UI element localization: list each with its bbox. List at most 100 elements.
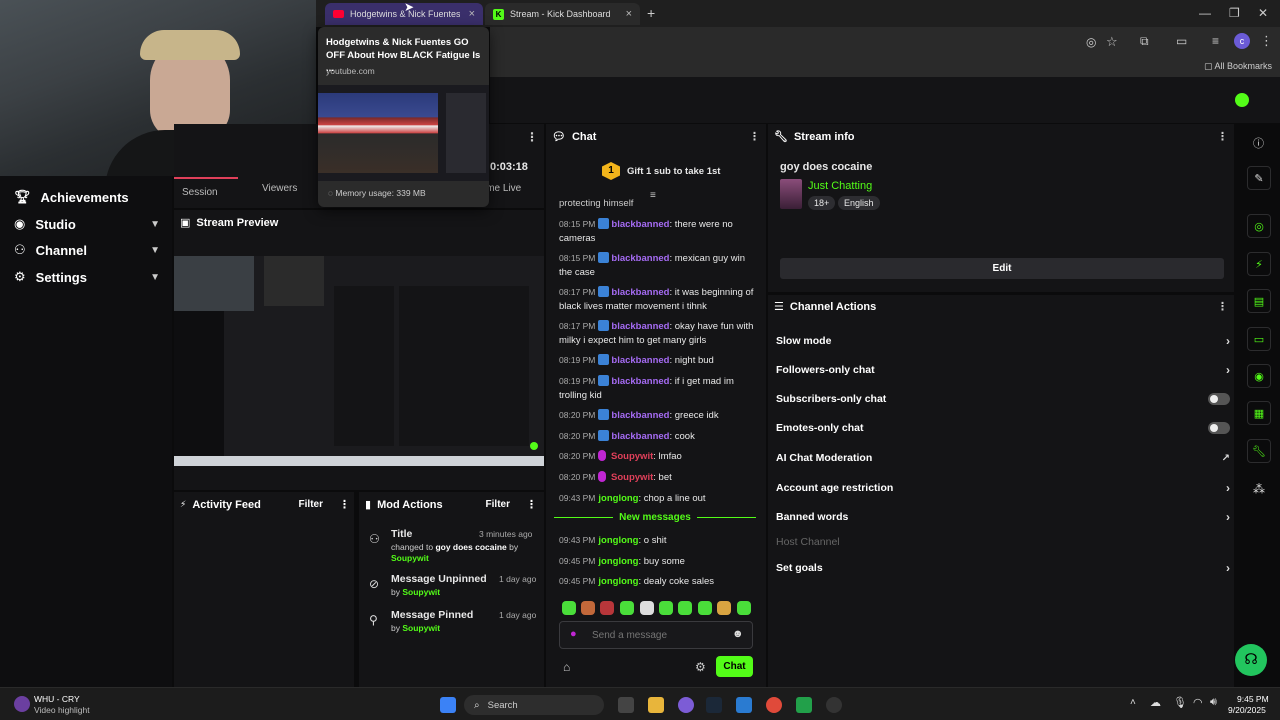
detail-user[interactable]: Soupywit [402,623,440,633]
chat-bubble-icon[interactable]: ▭ [1247,327,1271,351]
gear-icon[interactable]: ⚙ [695,660,706,674]
emote-icon[interactable] [717,601,731,615]
xbox-icon[interactable] [796,697,812,713]
msg-user[interactable]: blackbanned [611,410,669,421]
close-icon[interactable]: × [626,8,632,20]
wifi-icon[interactable]: ◠ [1193,696,1203,709]
msg-user[interactable]: blackbanned [611,376,669,387]
clock-date[interactable]: 9/20/2025 [1228,705,1266,715]
broadcast-icon[interactable]: ◉ [1247,364,1271,388]
msg-user[interactable]: blackbanned [611,253,669,264]
tab-time-live[interactable]: ime Live [484,183,521,194]
edit-button[interactable]: Edit [780,258,1224,279]
msg-user[interactable]: blackbanned [611,219,669,230]
tab-viewers[interactable]: Viewers [262,183,297,194]
more-icon[interactable]: ⋮ [749,130,760,143]
emote-icon[interactable] [659,601,673,615]
tab-session[interactable]: Session [182,187,218,198]
msg-user[interactable]: blackbanned [611,321,669,332]
detail-user[interactable]: Soupywit [402,587,440,597]
file-explorer-icon[interactable] [648,697,664,713]
gift-sub-banner[interactable]: 1 Gift 1 sub to take 1st [602,162,720,180]
windows-start-icon[interactable] [440,697,456,713]
emote-icon[interactable] [562,601,576,615]
minimize-icon[interactable]: — [1199,6,1211,20]
more-icon[interactable]: ⋮ [526,498,537,511]
profile-avatar[interactable]: c [1234,33,1250,49]
taskbar-search[interactable]: ⌕ Search [464,695,604,715]
more-icon[interactable]: ⋮ [1217,130,1228,143]
media-thumbnail-icon[interactable] [14,696,30,712]
star-icon[interactable]: ☆ [1106,34,1118,50]
emote-icon[interactable] [698,601,712,615]
msg-user[interactable]: jonglong [598,556,638,567]
bolt-icon[interactable]: ⚡︎ [1247,252,1271,276]
sidebar-item-studio[interactable]: ◉ Studio ▼ [14,216,160,232]
pencil-icon[interactable]: ✎ [1247,166,1271,190]
channel-action-slow-mode[interactable]: Slow mode › [776,334,1230,348]
chat-send-button[interactable]: Chat [716,656,753,677]
mic-tray-icon[interactable]: 🎙︎ [1173,696,1187,709]
volume-icon[interactable]: 🔊︎ [1210,696,1217,709]
sidebar-item-achievements[interactable]: 🏆︎ Achievements [14,189,160,205]
stream-preview-video[interactable] [174,256,544,466]
shop-icon[interactable]: ⌂ [563,660,570,674]
channel-action-account-age[interactable]: Account age restriction › [776,481,1230,495]
kick-status-icon[interactable] [1235,93,1249,107]
chrome-icon[interactable] [766,697,782,713]
emoji-icon[interactable]: ☻ [732,628,744,640]
menu-icon[interactable]: ⋮ [1260,33,1273,49]
more-icon[interactable]: ⋮ [339,498,350,511]
layout-icon[interactable]: ▦ [1247,401,1271,425]
eye-off-icon[interactable]: ◎ [1086,35,1096,49]
msg-user[interactable]: Soupywit [611,451,653,462]
msg-user[interactable]: blackbanned [611,287,669,298]
subscribers-only-toggle[interactable] [1208,393,1230,405]
filter-button[interactable]: Filter [299,499,323,510]
emotes-only-toggle[interactable] [1208,422,1230,434]
emote-icon[interactable] [581,601,595,615]
emote-icon[interactable] [678,601,692,615]
task-view-icon[interactable] [618,697,634,713]
emote-icon[interactable] [600,601,614,615]
help-icon[interactable]: ☊ [1235,644,1267,676]
sidebar-item-settings[interactable]: ⚙ Settings ▼ [14,269,160,285]
sidebar-item-channel[interactable]: ⚇ Channel ▼ [14,242,160,258]
extensions-icon[interactable]: ⧉ [1140,34,1149,49]
emote-icon[interactable] [640,601,654,615]
detail-user[interactable]: Soupywit [391,553,429,563]
discord-icon[interactable] [678,697,694,713]
cloud-icon[interactable]: ☁ [1150,696,1161,709]
filter-button[interactable]: Filter [486,499,510,510]
category-link[interactable]: Just Chatting [808,180,872,192]
more-icon[interactable]: ⋮ [1217,300,1228,313]
apps-icon[interactable]: ⁂ [1253,482,1265,496]
focus-icon[interactable]: ◎ [1247,214,1271,238]
msg-user[interactable]: Soupywit [611,472,653,483]
app-icon[interactable] [736,697,752,713]
steam-icon[interactable] [706,697,722,713]
chat-input[interactable] [592,627,722,643]
wrench-icon[interactable]: 🔧︎ [1247,439,1271,463]
restore-icon[interactable]: ❐ [1229,6,1240,20]
msg-user[interactable]: jonglong [598,576,638,587]
msg-user[interactable]: jonglong [598,535,638,546]
tab-kick-dashboard[interactable]: K Stream - Kick Dashboard × [485,3,640,25]
sidepanel-icon[interactable]: ▭ [1176,34,1187,48]
obs-icon[interactable] [826,697,842,713]
media-icon[interactable]: ≡ [1212,34,1219,48]
channel-action-ai-moderation[interactable]: AI Chat Moderation ↗ [776,452,1230,464]
info-icon[interactable]: ⓘ [1253,135,1264,151]
channel-action-set-goals[interactable]: Set goals › [776,561,1230,575]
msg-user[interactable]: blackbanned [611,355,669,366]
msg-user[interactable]: blackbanned [611,431,669,442]
window-close-icon[interactable]: ✕ [1258,6,1268,20]
clock-time[interactable]: 9:45 PM [1237,694,1269,704]
more-icon[interactable]: ⋮ [526,130,538,144]
msg-user[interactable]: jonglong [598,493,638,504]
close-icon[interactable]: × [469,8,475,20]
emote-icon[interactable] [620,601,634,615]
new-tab-icon[interactable]: + [647,5,655,21]
chevron-up-icon[interactable]: ˄ [1130,697,1136,708]
clipboard-icon[interactable]: ▤ [1247,289,1271,313]
